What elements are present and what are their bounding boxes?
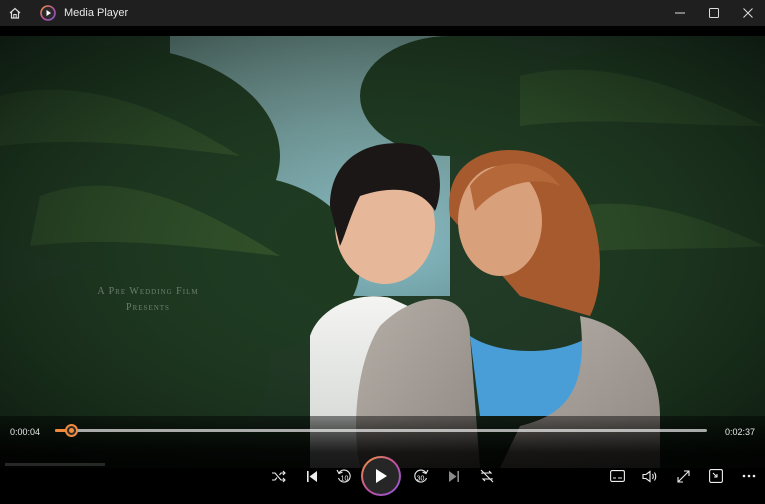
repeat-button[interactable] (472, 456, 502, 496)
play-icon (376, 469, 387, 483)
video-overlay-title: A Pre Wedding Film Presents (88, 284, 208, 316)
maximize-icon (709, 8, 719, 18)
overlay-line-2: Presents (126, 302, 170, 313)
fullscreen-button[interactable] (668, 456, 698, 496)
skip-back-icon: 10 (336, 469, 351, 483)
duration-time: 0:02:37 (724, 427, 755, 437)
overlay-line-1: A Pre Wedding Film (97, 286, 199, 297)
close-button[interactable] (731, 0, 765, 26)
home-button[interactable] (0, 0, 30, 26)
video-frame[interactable]: A Pre Wedding Film Presents (0, 36, 765, 468)
minimize-button[interactable] (663, 0, 697, 26)
previous-button[interactable] (297, 456, 327, 496)
more-button[interactable] (734, 456, 764, 496)
repeat-icon (480, 469, 494, 483)
current-time: 0:00:04 (10, 427, 41, 437)
maximize-button[interactable] (697, 0, 731, 26)
close-icon (743, 8, 753, 18)
volume-icon (642, 469, 657, 483)
minimize-icon (675, 12, 685, 14)
skip-forward-icon: 30 (414, 469, 429, 483)
previous-icon (307, 470, 317, 482)
skip-forward-button[interactable]: 30 (406, 456, 436, 496)
more-icon (742, 474, 756, 478)
next-button[interactable] (439, 456, 469, 496)
skip-back-button[interactable]: 10 (329, 456, 359, 496)
media-player-app-icon (40, 5, 56, 21)
skip-back-seconds: 10 (341, 476, 349, 483)
shuffle-button[interactable] (263, 456, 293, 496)
next-icon (449, 470, 459, 482)
skip-forward-seconds: 30 (417, 476, 425, 483)
seek-bar[interactable] (55, 424, 707, 437)
playback-controls: 10 30 (0, 456, 765, 496)
seek-thumb[interactable] (65, 424, 79, 437)
fullscreen-icon (676, 469, 690, 483)
shuffle-icon (271, 470, 286, 482)
title-bar: Media Player (0, 0, 765, 26)
window-title: Media Player (64, 7, 129, 19)
miniplayer-icon (709, 469, 723, 483)
captions-icon (609, 470, 625, 482)
captions-button[interactable] (602, 456, 632, 496)
home-icon (9, 7, 21, 19)
volume-button[interactable] (635, 456, 665, 496)
play-button[interactable] (361, 456, 401, 496)
miniplayer-button[interactable] (701, 456, 731, 496)
